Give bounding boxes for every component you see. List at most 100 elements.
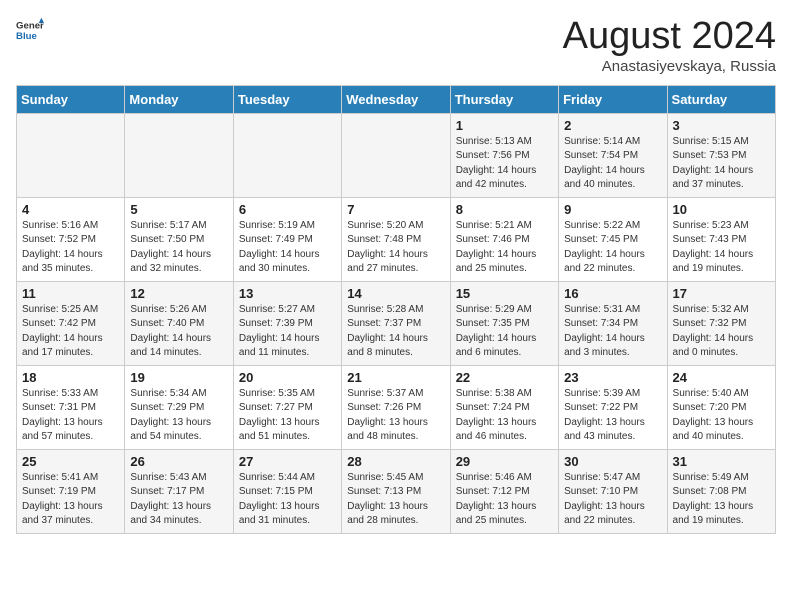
day-info: Sunrise: 5:25 AM Sunset: 7:42 PM Dayligh… xyxy=(22,303,119,361)
day-info: Sunrise: 5:31 AM Sunset: 7:34 PM Dayligh… xyxy=(564,303,661,361)
day-info: Sunrise: 5:39 AM Sunset: 7:22 PM Dayligh… xyxy=(564,387,661,445)
day-cell: 10Sunrise: 5:23 AM Sunset: 7:43 PM Dayli… xyxy=(667,197,775,281)
day-cell: 19 Sunrise: 5:34 AM Sunset: 7:29 PM Dayli… xyxy=(125,365,233,449)
day-cell: 15 Sunrise: 5:29 AM Sunset: 7:35 PM Dayli… xyxy=(450,281,558,365)
day-info: Sunrise: 5:19 AM Sunset: 7:49 PM Dayligh… xyxy=(239,219,336,277)
day-info: Sunrise: 5:17 AM Sunset: 7:50 PM Dayligh… xyxy=(130,219,227,277)
day-info: Sunrise: 5:41 AM Sunset: 7:19 PM Dayligh… xyxy=(22,471,119,529)
col-header-tuesday: Tuesday xyxy=(233,85,341,113)
day-number: 8 xyxy=(456,202,553,217)
day-cell: 8 Sunrise: 5:21 AM Sunset: 7:46 PM Daylig… xyxy=(450,197,558,281)
day-cell xyxy=(17,113,125,197)
day-info: Sunrise: 5:45 AM Sunset: 7:13 PM Dayligh… xyxy=(347,471,444,529)
day-info: Sunrise: 5:16 AM Sunset: 7:52 PM Dayligh… xyxy=(22,219,119,277)
day-number: 25 xyxy=(22,454,119,469)
col-header-monday: Monday xyxy=(125,85,233,113)
day-number: 24 xyxy=(673,370,770,385)
day-cell: 11 Sunrise: 5:25 AM Sunset: 7:42 PM Dayli… xyxy=(17,281,125,365)
day-info: Sunrise: 5:23 AM Sunset: 7:43 PM Dayligh… xyxy=(673,219,770,277)
day-number: 18 xyxy=(22,370,119,385)
col-header-saturday: Saturday xyxy=(667,85,775,113)
day-number: 11 xyxy=(22,286,119,301)
day-cell: 29 Sunrise: 5:46 AM Sunset: 7:12 PM Dayli… xyxy=(450,449,558,533)
day-cell: 3Sunrise: 5:15 AM Sunset: 7:53 PM Daylig… xyxy=(667,113,775,197)
day-number: 21 xyxy=(347,370,444,385)
week-row-5: 25 Sunrise: 5:41 AM Sunset: 7:19 PM Dayli… xyxy=(17,449,776,533)
calendar-table: SundayMondayTuesdayWednesdayThursdayFrid… xyxy=(16,85,776,534)
day-cell: 1 Sunrise: 5:13 AM Sunset: 7:56 PM Daylig… xyxy=(450,113,558,197)
day-number: 17 xyxy=(673,286,770,301)
day-number: 6 xyxy=(239,202,336,217)
day-number: 26 xyxy=(130,454,227,469)
col-header-sunday: Sunday xyxy=(17,85,125,113)
day-cell: 22Sunrise: 5:38 AM Sunset: 7:24 PM Dayli… xyxy=(450,365,558,449)
day-number: 19 xyxy=(130,370,227,385)
day-number: 22 xyxy=(456,370,553,385)
day-number: 2 xyxy=(564,118,661,133)
day-cell: 27Sunrise: 5:44 AM Sunset: 7:15 PM Dayli… xyxy=(233,449,341,533)
day-info: Sunrise: 5:47 AM Sunset: 7:10 PM Dayligh… xyxy=(564,471,661,529)
day-info: Sunrise: 5:20 AM Sunset: 7:48 PM Dayligh… xyxy=(347,219,444,277)
day-number: 4 xyxy=(22,202,119,217)
day-cell: 2 Sunrise: 5:14 AM Sunset: 7:54 PM Daylig… xyxy=(559,113,667,197)
day-number: 9 xyxy=(564,202,661,217)
day-cell: 16 Sunrise: 5:31 AM Sunset: 7:34 PM Dayli… xyxy=(559,281,667,365)
day-info: Sunrise: 5:35 AM Sunset: 7:27 PM Dayligh… xyxy=(239,387,336,445)
day-cell: 30Sunrise: 5:47 AM Sunset: 7:10 PM Dayli… xyxy=(559,449,667,533)
header-row: SundayMondayTuesdayWednesdayThursdayFrid… xyxy=(17,85,776,113)
day-number: 27 xyxy=(239,454,336,469)
day-number: 31 xyxy=(673,454,770,469)
day-info: Sunrise: 5:21 AM Sunset: 7:46 PM Dayligh… xyxy=(456,219,553,277)
day-cell: 5Sunrise: 5:17 AM Sunset: 7:50 PM Daylig… xyxy=(125,197,233,281)
day-info: Sunrise: 5:22 AM Sunset: 7:45 PM Dayligh… xyxy=(564,219,661,277)
day-cell xyxy=(342,113,450,197)
day-number: 16 xyxy=(564,286,661,301)
day-cell: 26 Sunrise: 5:43 AM Sunset: 7:17 PM Dayli… xyxy=(125,449,233,533)
week-row-2: 4 Sunrise: 5:16 AM Sunset: 7:52 PM Daylig… xyxy=(17,197,776,281)
title-section: August 2024 Anastasiyevskaya, Russia xyxy=(563,16,776,75)
day-cell: 17Sunrise: 5:32 AM Sunset: 7:32 PM Dayli… xyxy=(667,281,775,365)
day-info: Sunrise: 5:34 AM Sunset: 7:29 PM Dayligh… xyxy=(130,387,227,445)
col-header-thursday: Thursday xyxy=(450,85,558,113)
day-cell: 21Sunrise: 5:37 AM Sunset: 7:26 PM Dayli… xyxy=(342,365,450,449)
day-info: Sunrise: 5:14 AM Sunset: 7:54 PM Dayligh… xyxy=(564,135,661,193)
day-number: 28 xyxy=(347,454,444,469)
day-cell: 28 Sunrise: 5:45 AM Sunset: 7:13 PM Dayli… xyxy=(342,449,450,533)
day-info: Sunrise: 5:15 AM Sunset: 7:53 PM Dayligh… xyxy=(673,135,770,193)
day-cell: 12Sunrise: 5:26 AM Sunset: 7:40 PM Dayli… xyxy=(125,281,233,365)
day-cell: 7 Sunrise: 5:20 AM Sunset: 7:48 PM Daylig… xyxy=(342,197,450,281)
day-info: Sunrise: 5:33 AM Sunset: 7:31 PM Dayligh… xyxy=(22,387,119,445)
day-cell: 23 Sunrise: 5:39 AM Sunset: 7:22 PM Dayli… xyxy=(559,365,667,449)
col-header-friday: Friday xyxy=(559,85,667,113)
day-info: Sunrise: 5:28 AM Sunset: 7:37 PM Dayligh… xyxy=(347,303,444,361)
day-number: 7 xyxy=(347,202,444,217)
day-number: 23 xyxy=(564,370,661,385)
day-number: 14 xyxy=(347,286,444,301)
week-row-4: 18 Sunrise: 5:33 AM Sunset: 7:31 PM Dayli… xyxy=(17,365,776,449)
day-cell xyxy=(233,113,341,197)
day-number: 15 xyxy=(456,286,553,301)
page-header: General Blue August 2024 Anastasiyevskay… xyxy=(16,16,776,75)
day-info: Sunrise: 5:29 AM Sunset: 7:35 PM Dayligh… xyxy=(456,303,553,361)
day-cell: 20 Sunrise: 5:35 AM Sunset: 7:27 PM Dayli… xyxy=(233,365,341,449)
day-cell: 18 Sunrise: 5:33 AM Sunset: 7:31 PM Dayli… xyxy=(17,365,125,449)
svg-text:Blue: Blue xyxy=(16,31,37,42)
day-cell: 25 Sunrise: 5:41 AM Sunset: 7:19 PM Dayli… xyxy=(17,449,125,533)
day-cell: 9 Sunrise: 5:22 AM Sunset: 7:45 PM Daylig… xyxy=(559,197,667,281)
day-info: Sunrise: 5:46 AM Sunset: 7:12 PM Dayligh… xyxy=(456,471,553,529)
calendar-title: August 2024 xyxy=(563,16,776,58)
day-number: 29 xyxy=(456,454,553,469)
day-number: 12 xyxy=(130,286,227,301)
logo: General Blue xyxy=(16,16,44,44)
day-cell: 4 Sunrise: 5:16 AM Sunset: 7:52 PM Daylig… xyxy=(17,197,125,281)
day-cell: 14 Sunrise: 5:28 AM Sunset: 7:37 PM Dayli… xyxy=(342,281,450,365)
day-cell: 24 Sunrise: 5:40 AM Sunset: 7:20 PM Dayli… xyxy=(667,365,775,449)
day-cell: 13Sunrise: 5:27 AM Sunset: 7:39 PM Dayli… xyxy=(233,281,341,365)
day-number: 1 xyxy=(456,118,553,133)
col-header-wednesday: Wednesday xyxy=(342,85,450,113)
day-number: 20 xyxy=(239,370,336,385)
week-row-1: 1 Sunrise: 5:13 AM Sunset: 7:56 PM Daylig… xyxy=(17,113,776,197)
day-info: Sunrise: 5:43 AM Sunset: 7:17 PM Dayligh… xyxy=(130,471,227,529)
day-info: Sunrise: 5:13 AM Sunset: 7:56 PM Dayligh… xyxy=(456,135,553,193)
day-info: Sunrise: 5:40 AM Sunset: 7:20 PM Dayligh… xyxy=(673,387,770,445)
